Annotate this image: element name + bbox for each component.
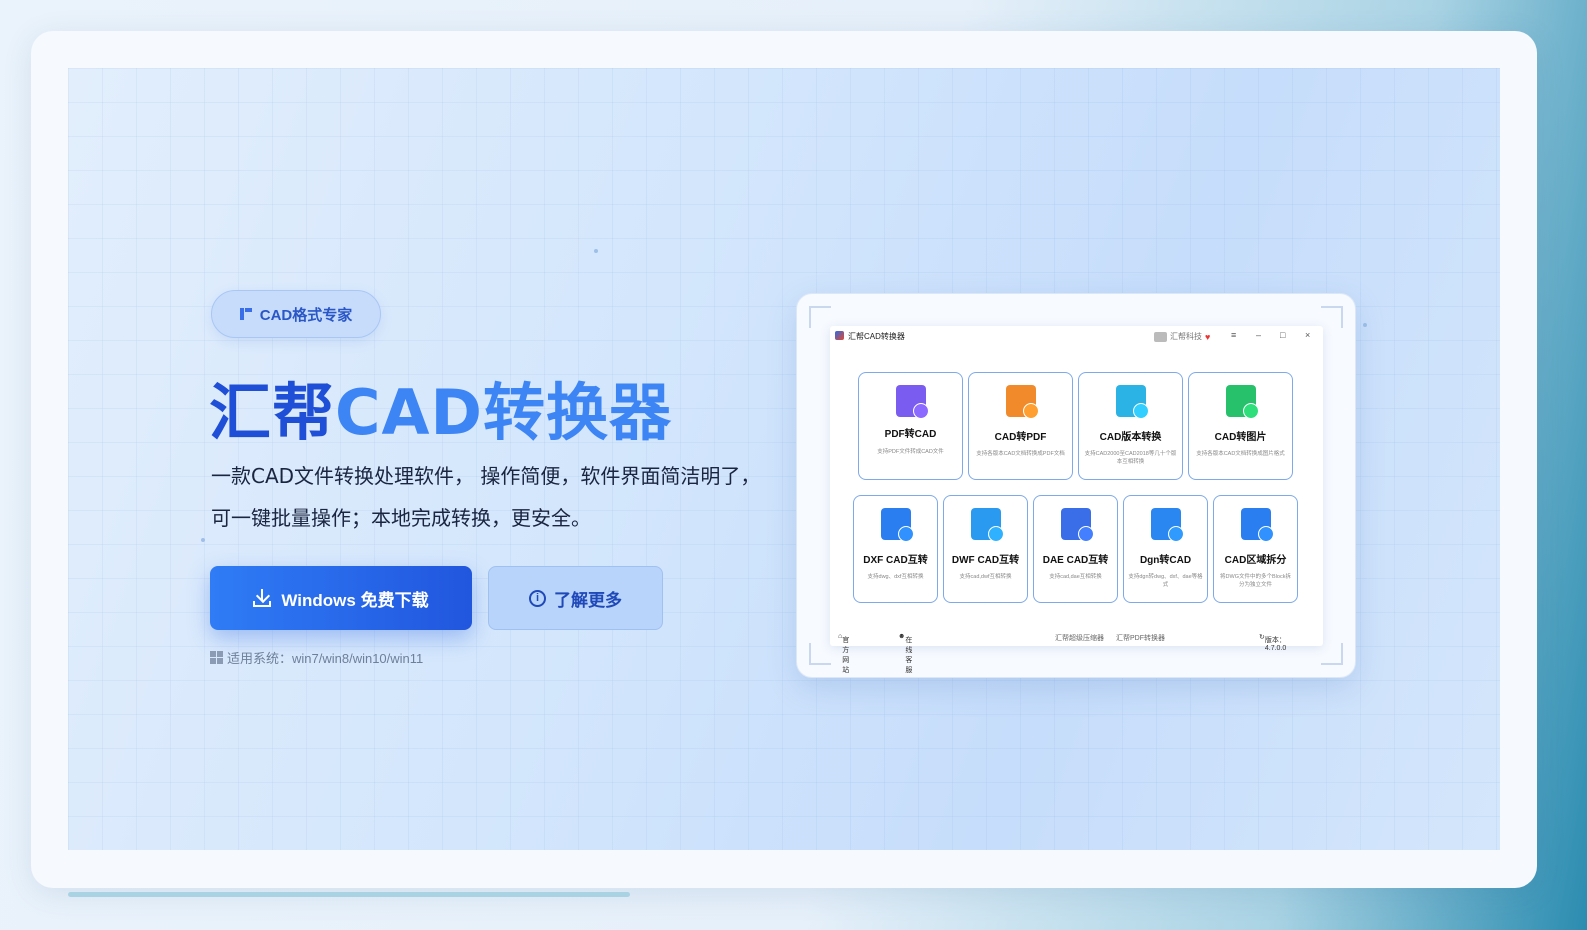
dae-icon bbox=[1060, 508, 1091, 540]
tile-desc: 支持CAD2000至CAD2018等几十个版本互相转换 bbox=[1084, 451, 1177, 465]
support-link: ☻ 在线客服 bbox=[898, 633, 913, 674]
maximize-icon: □ bbox=[1280, 330, 1286, 340]
download-button-label: Windows 免费下载 bbox=[281, 590, 429, 610]
pdf-to-cad-icon bbox=[895, 385, 926, 417]
app-company: 汇帮科技 ♥ bbox=[1154, 331, 1210, 342]
tile-cad-to-image: CAD转图片 支持各版本CAD文档转换成图片格式 bbox=[1188, 372, 1293, 480]
cad-split-icon bbox=[1240, 508, 1271, 540]
tile-dgn-to-cad: Dgn转CAD 支持dgn转dwg、dxf、dae等格式 bbox=[1123, 495, 1208, 603]
cad-logo-icon bbox=[239, 308, 252, 320]
tile-cad-to-pdf: CAD转PDF 支持各版本CAD文档转换成PDF文档 bbox=[968, 372, 1073, 480]
tile-name: CAD转图片 bbox=[1214, 432, 1267, 443]
version-label: 版本：4.7.0.0 bbox=[1264, 637, 1287, 652]
cad-version-icon bbox=[1115, 385, 1146, 417]
download-icon bbox=[253, 589, 272, 607]
tile-desc: 支持dgn转dwg、dxf、dae等格式 bbox=[1128, 574, 1203, 588]
app-titlebar: 汇帮CAD转换器 汇帮科技 ♥ ≡ – □ × bbox=[830, 326, 1323, 346]
cad-to-image-icon bbox=[1225, 385, 1256, 417]
support-label: 在线客服 bbox=[905, 637, 913, 674]
app-window-preview: 汇帮CAD转换器 汇帮科技 ♥ ≡ – □ × PDF转CAD 支持PDF文件转… bbox=[830, 326, 1323, 674]
decor-dot bbox=[594, 249, 598, 253]
app-logo-icon bbox=[835, 331, 844, 340]
avatar bbox=[1154, 331, 1167, 342]
system-requirements-text: 适用系统：win7/win8/win10/win11 bbox=[227, 651, 424, 666]
company-name: 汇帮科技 bbox=[1170, 332, 1202, 341]
tile-dwf-cad: DWF CAD互转 支持cad,dwf互相转换 bbox=[943, 495, 1028, 603]
menu-icon: ≡ bbox=[1231, 330, 1237, 340]
info-icon: i bbox=[529, 589, 546, 607]
tile-desc: 支持cad,dwf互相转换 bbox=[959, 574, 1012, 580]
windows-download-button[interactable]: Windows 免费下载 bbox=[210, 566, 472, 630]
heart-icon: ♥ bbox=[1205, 331, 1211, 342]
tile-cad-version-convert: CAD版本转换 支持CAD2000至CAD2018等几十个版本互相转换 bbox=[1078, 372, 1183, 480]
page-title: 汇帮CAD转换器 bbox=[209, 362, 672, 452]
title-product: CAD转换器 bbox=[335, 376, 672, 449]
product-description: 一款CAD文件转换处理软件， 操作简便，软件界面简洁明了，可一键批量操作；本地完… bbox=[211, 464, 761, 530]
windows-icon bbox=[210, 651, 223, 664]
tile-pdf-to-cad: PDF转CAD 支持PDF文件转成CAD文件 bbox=[858, 372, 963, 480]
footer-link-pdf: 汇帮PDF转换器 bbox=[1116, 635, 1165, 642]
website-link: ⌂ 官方网站 bbox=[838, 633, 850, 674]
website-label: 官方网站 bbox=[842, 637, 850, 674]
tile-name: CAD版本转换 bbox=[1099, 432, 1162, 443]
tile-name: CAD转PDF bbox=[994, 432, 1047, 443]
badge-label: CAD格式专家 bbox=[259, 306, 353, 324]
tile-desc: 支持各版本CAD文档转换成PDF文档 bbox=[976, 451, 1065, 457]
tile-cad-region-split: CAD区域拆分 将DWG文件中的多个Block拆分为独立文件 bbox=[1213, 495, 1298, 603]
cad-to-pdf-icon bbox=[1005, 385, 1036, 417]
dxf-icon bbox=[880, 508, 911, 540]
footer-link-compressor: 汇帮超级压缩器 bbox=[1055, 635, 1104, 642]
tile-desc: 支持cad,dae互相转换 bbox=[1049, 574, 1102, 580]
system-requirements: 适用系统：win7/win8/win10/win11 bbox=[210, 648, 423, 667]
tile-name: Dgn转CAD bbox=[1139, 555, 1192, 566]
tile-name: PDF转CAD bbox=[884, 429, 937, 440]
tile-dae-cad: DAE CAD互转 支持cad,dae互相转换 bbox=[1033, 495, 1118, 603]
tile-name: DXF CAD互转 bbox=[863, 555, 928, 566]
dgn-icon bbox=[1150, 508, 1181, 540]
learn-more-label: 了解更多 bbox=[554, 590, 622, 610]
tile-desc: 支持PDF文件转成CAD文件 bbox=[877, 449, 944, 455]
tile-name: CAD区域拆分 bbox=[1224, 555, 1287, 566]
dwf-icon bbox=[970, 508, 1001, 540]
close-icon: × bbox=[1305, 330, 1311, 340]
tile-dxf-cad: DXF CAD互转 支持dwg、dxf互相转换 bbox=[853, 495, 938, 603]
tile-name: DAE CAD互转 bbox=[1042, 555, 1109, 566]
decor-dot bbox=[1363, 323, 1367, 327]
decor-dot bbox=[201, 538, 205, 542]
tile-desc: 支持各版本CAD文档转换成图片格式 bbox=[1196, 451, 1285, 457]
app-footer: ⌂ 官方网站 ☻ 在线客服 汇帮超级压缩器 汇帮PDF转换器 ↻ 版本：4.7.… bbox=[830, 631, 1323, 674]
tile-desc: 将DWG文件中的多个Block拆分为独立文件 bbox=[1220, 574, 1291, 588]
minimize-icon: – bbox=[1256, 330, 1262, 340]
version-info: ↻ 版本：4.7.0.0 bbox=[1259, 634, 1287, 652]
bottom-accent-bar bbox=[68, 892, 630, 897]
title-brand: 汇帮 bbox=[209, 376, 336, 449]
category-badge: CAD格式专家 bbox=[211, 290, 381, 338]
tile-name: DWF CAD互转 bbox=[951, 555, 1020, 566]
tile-desc: 支持dwg、dxf互相转换 bbox=[867, 574, 924, 580]
learn-more-button[interactable]: i 了解更多 bbox=[488, 566, 663, 630]
app-title: 汇帮CAD转换器 bbox=[848, 332, 905, 341]
